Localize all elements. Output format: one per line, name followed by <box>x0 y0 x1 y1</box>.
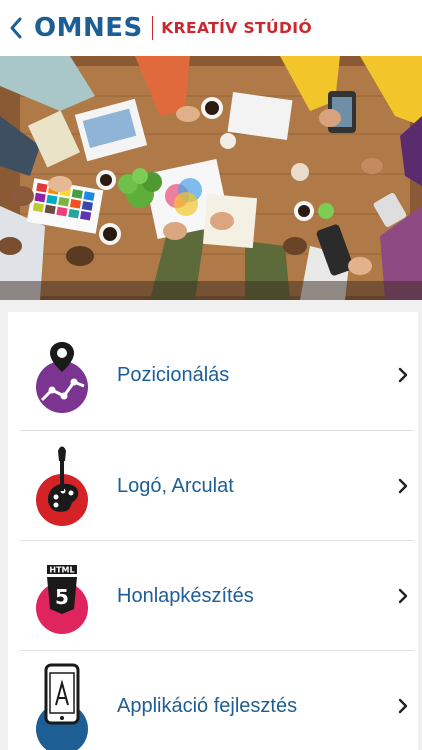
team-meeting-photo <box>0 56 422 300</box>
hero-image <box>0 56 422 300</box>
menu-item-web-development[interactable]: HTML 5 Honlapkészítés <box>20 540 414 650</box>
menu-item-logo-branding[interactable]: Logó, Arculat <box>20 430 414 540</box>
map-pin-chart-icon <box>34 320 90 430</box>
chevron-right-icon <box>398 541 408 651</box>
smartphone-app-icon <box>34 651 90 750</box>
svg-text:5: 5 <box>55 585 69 609</box>
menu-item-positioning[interactable]: Pozicionálás <box>20 320 414 430</box>
header-subtitle: KREATÍV STÚDIÓ <box>161 19 313 37</box>
chevron-right-icon <box>398 651 408 750</box>
services-menu: Pozicionálás Logó, Arculat HTML 5 Honlap… <box>8 312 418 750</box>
menu-item-label: Pozicionálás <box>117 364 230 386</box>
paint-brush-palette-icon <box>34 431 90 541</box>
chevron-right-icon <box>398 431 408 541</box>
back-button[interactable] <box>4 0 28 56</box>
chevron-right-icon <box>398 320 408 430</box>
brand-logo: OMNES <box>34 13 143 43</box>
menu-item-label: Applikáció fejlesztés <box>117 695 298 717</box>
chevron-left-icon <box>10 17 22 39</box>
header-divider <box>151 16 154 40</box>
menu-item-label: Honlapkészítés <box>117 585 254 607</box>
app-header: OMNES KREATÍV STÚDIÓ <box>0 0 422 56</box>
svg-text:HTML: HTML <box>49 566 74 575</box>
menu-item-app-development[interactable]: Applikáció fejlesztés <box>20 650 414 750</box>
menu-item-label: Logó, Arculat <box>117 475 234 497</box>
html5-icon: HTML 5 <box>34 541 90 651</box>
